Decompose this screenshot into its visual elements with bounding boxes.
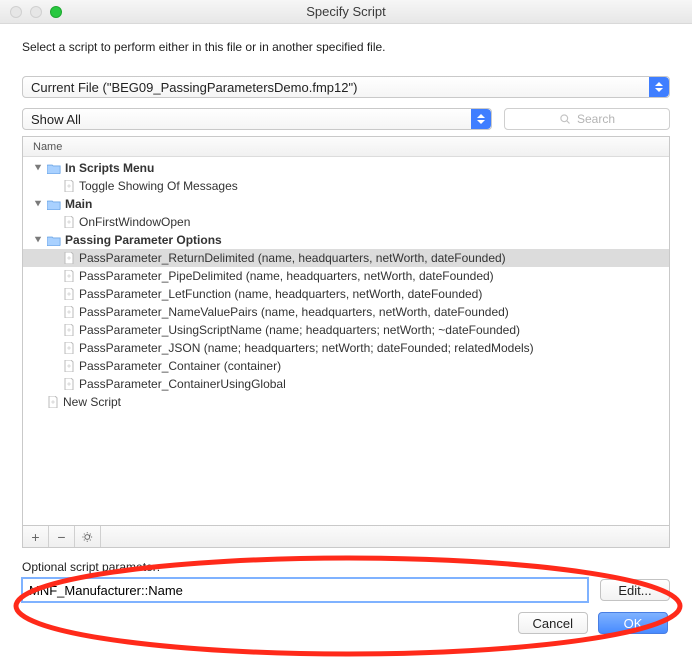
remove-button[interactable]: − (49, 526, 75, 547)
script-icon (63, 306, 75, 318)
script-icon (63, 180, 75, 192)
disclosure-triangle-icon[interactable] (33, 235, 43, 245)
window-title: Specify Script (0, 4, 692, 19)
script-label: PassParameter_LetFunction (name, headqua… (79, 287, 482, 301)
folder-icon (47, 235, 61, 246)
plus-icon: + (31, 529, 39, 545)
tree-script[interactable]: New Script (23, 393, 669, 411)
cancel-button[interactable]: Cancel (518, 612, 588, 634)
folder-icon (47, 163, 61, 174)
script-label: OnFirstWindowOpen (79, 215, 190, 229)
script-label: PassParameter_JSON (name; headquarters; … (79, 341, 534, 355)
disclosure-triangle-icon[interactable] (33, 163, 43, 173)
tree-script[interactable]: PassParameter_UsingScriptName (name; hea… (23, 321, 669, 339)
search-placeholder: Search (577, 112, 615, 126)
gear-icon (82, 531, 94, 543)
script-tree[interactable]: In Scripts Menu Toggle Showing Of Messag… (23, 157, 669, 525)
search-icon (559, 113, 571, 125)
add-button[interactable]: + (23, 526, 49, 547)
tree-script[interactable]: OnFirstWindowOpen (23, 213, 669, 231)
script-label: PassParameter_PipeDelimited (name, headq… (79, 269, 494, 283)
script-label: PassParameter_Container (container) (79, 359, 281, 373)
folder-label: Main (65, 197, 92, 211)
script-icon (63, 288, 75, 300)
search-field[interactable]: Search (504, 108, 670, 130)
ok-button[interactable]: OK (598, 612, 668, 634)
tree-folder[interactable]: In Scripts Menu (23, 159, 669, 177)
tree-folder[interactable]: Main (23, 195, 669, 213)
list-header[interactable]: Name (23, 137, 669, 157)
file-dropdown[interactable]: Current File ("BEG09_PassingParametersDe… (22, 76, 670, 98)
script-label: PassParameter_NameValuePairs (name, head… (79, 305, 509, 319)
dropdown-stepper-icon (471, 109, 491, 129)
script-icon (63, 216, 75, 228)
column-name: Name (33, 141, 62, 153)
filter-dropdown-label: Show All (31, 112, 81, 127)
instruction-text: Select a script to perform either in thi… (22, 40, 670, 54)
tree-script[interactable]: PassParameter_NameValuePairs (name, head… (23, 303, 669, 321)
folder-label: Passing Parameter Options (65, 233, 222, 247)
edit-button[interactable]: Edit... (600, 579, 670, 601)
title-bar: Specify Script (0, 0, 692, 24)
tree-folder[interactable]: Passing Parameter Options (23, 231, 669, 249)
script-list: Name In Scripts Menu Toggle Showing Of M… (22, 136, 670, 526)
script-icon (63, 378, 75, 390)
disclosure-triangle-icon[interactable] (33, 199, 43, 209)
script-icon (47, 396, 59, 408)
script-label: PassParameter_ReturnDelimited (name, hea… (79, 251, 506, 265)
tree-script[interactable]: PassParameter_ReturnDelimited (name, hea… (23, 249, 669, 267)
folder-icon (47, 199, 61, 210)
script-icon (63, 360, 75, 372)
tree-script[interactable]: Toggle Showing Of Messages (23, 177, 669, 195)
script-icon (63, 342, 75, 354)
script-icon (63, 252, 75, 264)
filter-dropdown[interactable]: Show All (22, 108, 492, 130)
script-label: PassParameter_UsingScriptName (name; hea… (79, 323, 520, 337)
tree-script[interactable]: PassParameter_ContainerUsingGlobal (23, 375, 669, 393)
script-label: New Script (63, 395, 121, 409)
tree-script[interactable]: PassParameter_Container (container) (23, 357, 669, 375)
script-parameter-input[interactable] (22, 578, 588, 602)
script-icon (63, 270, 75, 282)
script-label: PassParameter_ContainerUsingGlobal (79, 377, 286, 391)
tree-script[interactable]: PassParameter_JSON (name; headquarters; … (23, 339, 669, 357)
file-dropdown-label: Current File ("BEG09_PassingParametersDe… (31, 80, 357, 95)
minus-icon: − (57, 529, 65, 545)
tree-script[interactable]: PassParameter_LetFunction (name, headqua… (23, 285, 669, 303)
folder-label: In Scripts Menu (65, 161, 154, 175)
param-label: Optional script parameter: (22, 560, 670, 574)
tree-script[interactable]: PassParameter_PipeDelimited (name, headq… (23, 267, 669, 285)
script-label: Toggle Showing Of Messages (79, 179, 238, 193)
dropdown-stepper-icon (649, 77, 669, 97)
script-icon (63, 324, 75, 336)
list-toolbar: + − (22, 526, 670, 548)
action-menu-button[interactable] (75, 526, 101, 547)
